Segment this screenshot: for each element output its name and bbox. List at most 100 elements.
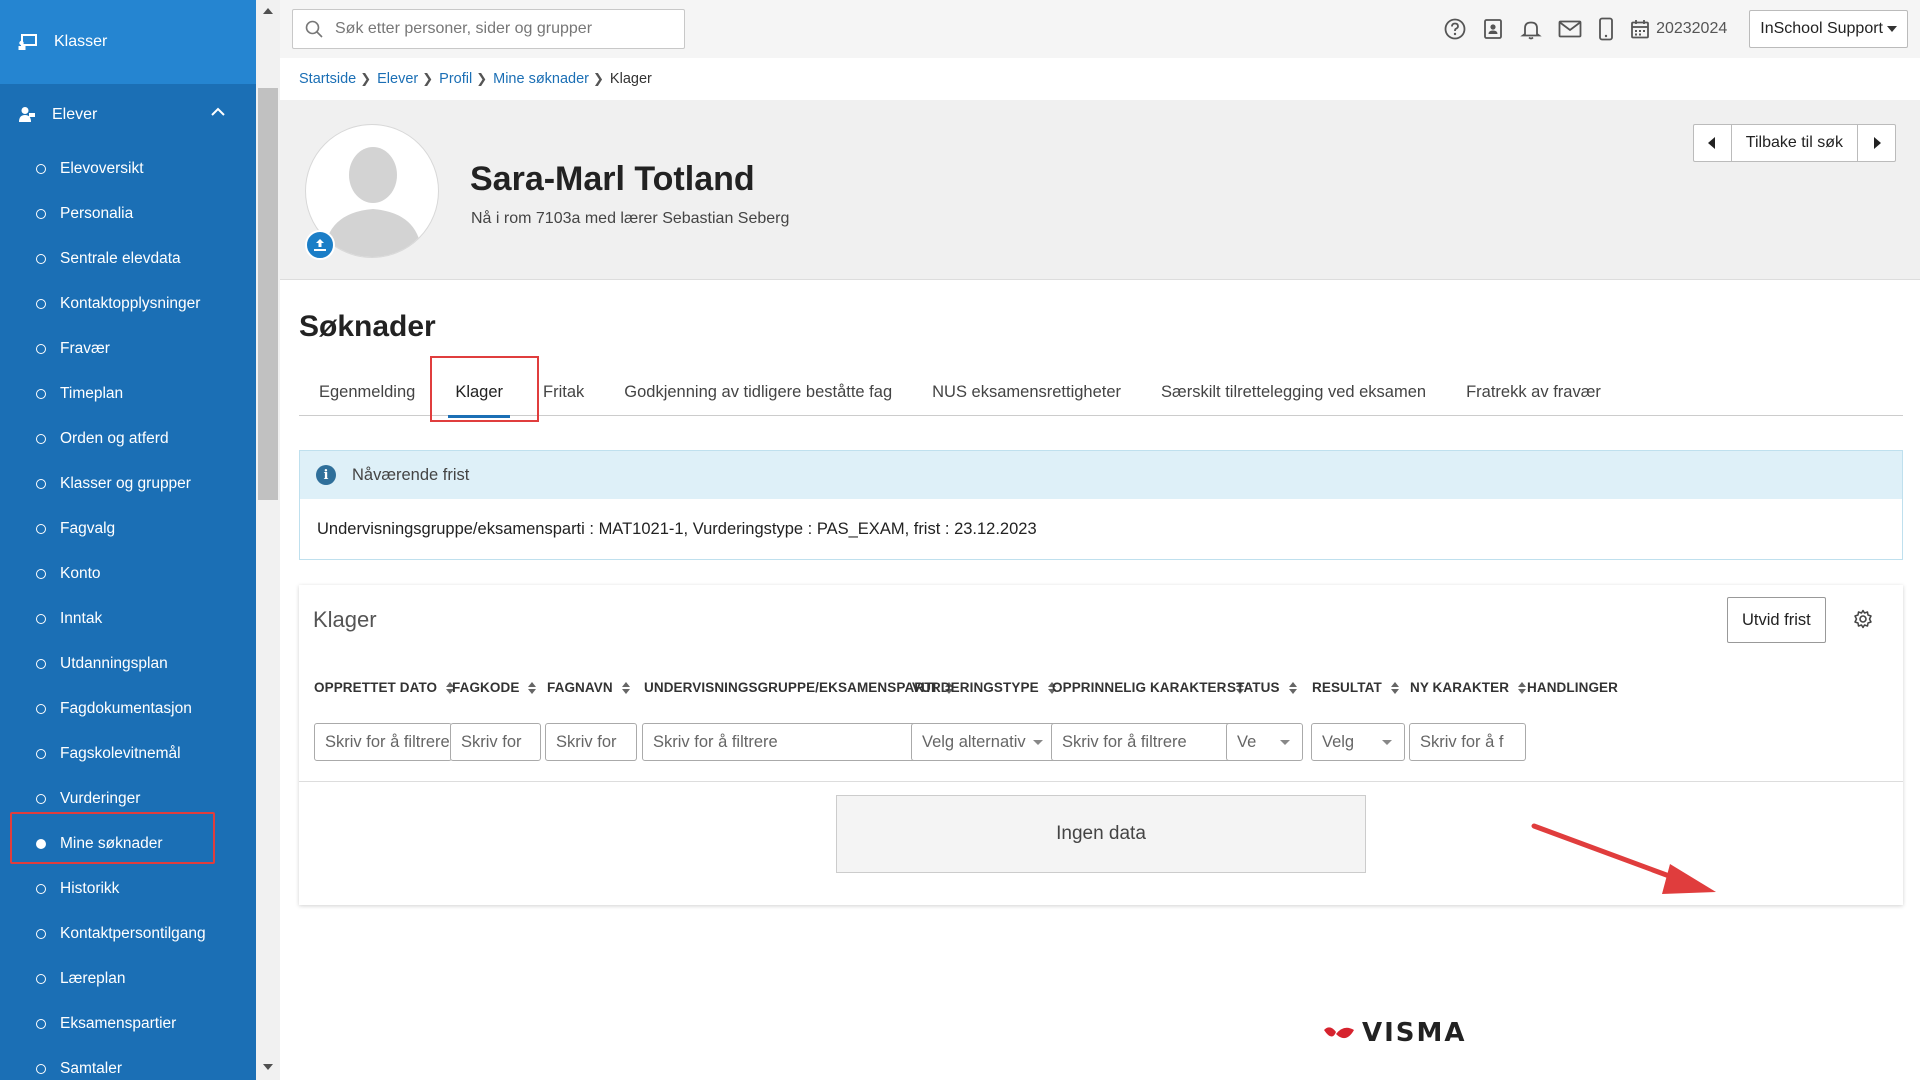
sidebar-item[interactable]: Fravær [0, 326, 256, 371]
filter-select[interactable]: Ve [1226, 723, 1303, 761]
breadcrumb-link[interactable]: Profil [439, 71, 472, 87]
column-header[interactable]: NY KARAKTER [1410, 680, 1527, 695]
filter-select[interactable]: Velg [1311, 723, 1405, 761]
column-header-label: NY KARAKTER [1410, 680, 1510, 695]
column-header[interactable]: OPPRINNELIG KARAKTER [1052, 680, 1244, 695]
filter-input[interactable]: Skriv for å filtrere [642, 723, 945, 761]
column-header-label: HANDLINGER [1527, 680, 1618, 695]
search-input[interactable] [335, 20, 655, 38]
sidebar-item[interactable]: Historikk [0, 866, 256, 911]
filter-select[interactable]: Velg alternativ [911, 723, 1056, 761]
search-icon [305, 20, 323, 38]
filter-input[interactable]: Skriv for å filtrere [1051, 723, 1238, 761]
student-name: Sara-Marl Totland [470, 160, 755, 198]
chevron-up-icon[interactable] [210, 107, 226, 117]
next-button[interactable] [1857, 125, 1895, 161]
column-header[interactable]: UNDERVISNINGSGRUPPE/EKSAMENSPARTI [644, 680, 954, 695]
chevron-right-icon: ❯ [360, 71, 372, 86]
info-heading: Nåværende frist [352, 465, 470, 484]
calendar-icon[interactable] [1630, 19, 1650, 39]
gear-icon[interactable] [1853, 609, 1873, 629]
mail-icon[interactable] [1558, 19, 1582, 39]
breadcrumb-link[interactable]: Elever [377, 71, 418, 87]
tab[interactable]: Egenmelding [299, 368, 435, 416]
sidebar-item-klasser[interactable]: Klasser [0, 0, 256, 84]
profile-header: Sara-Marl Totland Nå i rom 7103a med lær… [280, 100, 1920, 280]
sidebar-section-label: Elever [52, 106, 98, 123]
tab[interactable]: Særskilt tilrettelegging ved eksamen [1141, 368, 1446, 416]
column-header[interactable]: VURDERINGSTYPE [912, 680, 1056, 695]
sidebar-item[interactable]: Kontaktopplysninger [0, 281, 256, 326]
sort-icon[interactable] [1518, 681, 1527, 694]
extend-deadline-button[interactable]: Utvid frist [1727, 597, 1826, 643]
sidebar-item[interactable]: Konto [0, 551, 256, 596]
breadcrumb-link[interactable]: Startside [299, 71, 356, 87]
sidebar-top-label: Klasser [54, 33, 108, 50]
column-header[interactable]: HANDLINGER [1527, 680, 1618, 695]
sidebar-item[interactable]: Fagskolevitnemål [0, 731, 256, 776]
previous-button[interactable] [1694, 125, 1732, 161]
tab[interactable]: Godkjenning av tidligere beståtte fag [604, 368, 912, 416]
sidebar-item[interactable]: Utdanningsplan [0, 641, 256, 686]
bullet-icon [36, 1018, 46, 1029]
sort-icon[interactable] [621, 681, 630, 694]
sidebar-item-label: Historikk [60, 879, 120, 897]
sidebar-item-label: Kontaktpersontilgang [60, 924, 206, 942]
bullet-icon [36, 793, 46, 804]
sidebar-item[interactable]: Inntak [0, 596, 256, 641]
scroll-up-arrow-icon[interactable] [263, 8, 273, 14]
filter-input[interactable]: Skriv for å filtrere [314, 723, 452, 761]
scrollbar-thumb[interactable] [258, 88, 278, 500]
filter-input[interactable]: Skriv for å f [1409, 723, 1526, 761]
column-header[interactable]: RESULTAT [1312, 680, 1399, 695]
column-header[interactable]: FAGNAVN [547, 680, 630, 695]
tab[interactable]: Fratrekk av fravær [1446, 368, 1621, 416]
school-year[interactable]: 20232024 [1656, 20, 1727, 38]
sidebar-item-list: Elevoversikt Personalia Sentrale elevdata K… [0, 146, 256, 1080]
filter-input[interactable]: Skriv for [545, 723, 637, 761]
sidebar-item[interactable]: Fagvalg [0, 506, 256, 551]
tab[interactable]: NUS eksamensrettigheter [912, 368, 1141, 416]
sidebar-item[interactable]: Eksamenspartier [0, 1001, 256, 1046]
column-header[interactable]: FAGKODE [452, 680, 537, 695]
sidebar-item[interactable]: Fagdokumentasjon [0, 686, 256, 731]
breadcrumb-link[interactable]: Mine søknader [493, 71, 589, 87]
sidebar-item[interactable]: Sentrale elevdata [0, 236, 256, 281]
bullet-icon [36, 388, 46, 399]
sort-icon[interactable] [1390, 681, 1399, 694]
search-box[interactable] [292, 9, 685, 49]
sidebar-section-elever[interactable]: Elever [0, 84, 256, 146]
upload-photo-button[interactable] [305, 230, 335, 260]
column-header[interactable]: STATUS [1227, 680, 1297, 695]
sidebar-item[interactable]: Personalia [0, 191, 256, 236]
sidebar-item-label: Personalia [60, 204, 134, 222]
sort-icon[interactable] [1288, 681, 1297, 694]
sidebar-item[interactable]: Kontaktpersontilgang [0, 911, 256, 956]
phone-icon[interactable] [1598, 17, 1614, 41]
sort-icon[interactable] [528, 681, 537, 694]
bullet-icon [36, 1063, 46, 1074]
bullet-icon [36, 928, 46, 939]
bullet-icon [36, 343, 46, 354]
back-to-search-button[interactable]: Tilbake til søk [1732, 125, 1857, 161]
sidebar-item-label: Sentrale elevdata [60, 249, 181, 267]
sidebar-item[interactable]: Elevoversikt [0, 146, 256, 191]
column-header-label: STATUS [1227, 680, 1280, 695]
sidebar-item[interactable]: Samtaler [0, 1046, 256, 1080]
sidebar-item[interactable]: Timeplan [0, 371, 256, 416]
scroll-down-arrow-icon[interactable] [263, 1064, 273, 1070]
user-menu-button[interactable]: InSchool Support [1749, 10, 1908, 48]
sidebar-item[interactable]: Klasser og grupper [0, 461, 256, 506]
empty-state: Ingen data [836, 795, 1366, 873]
sidebar-scrollbar[interactable] [256, 0, 280, 1080]
help-icon[interactable] [1444, 18, 1466, 40]
sidebar-item[interactable]: Orden og atferd [0, 416, 256, 461]
top-icons: 20232024 InSchool Support [1428, 10, 1908, 48]
contact-card-icon[interactable] [1482, 18, 1504, 40]
sidebar-item[interactable]: Læreplan [0, 956, 256, 1001]
filter-input[interactable]: Skriv for [450, 723, 541, 761]
sidebar: Klasser Elever Elevoversikt Personalia Sen… [0, 0, 256, 1080]
bell-icon[interactable] [1520, 18, 1542, 40]
column-header[interactable]: OPPRETTET DATO [314, 680, 455, 695]
column-header-label: OPPRINNELIG KARAKTER [1052, 680, 1227, 695]
